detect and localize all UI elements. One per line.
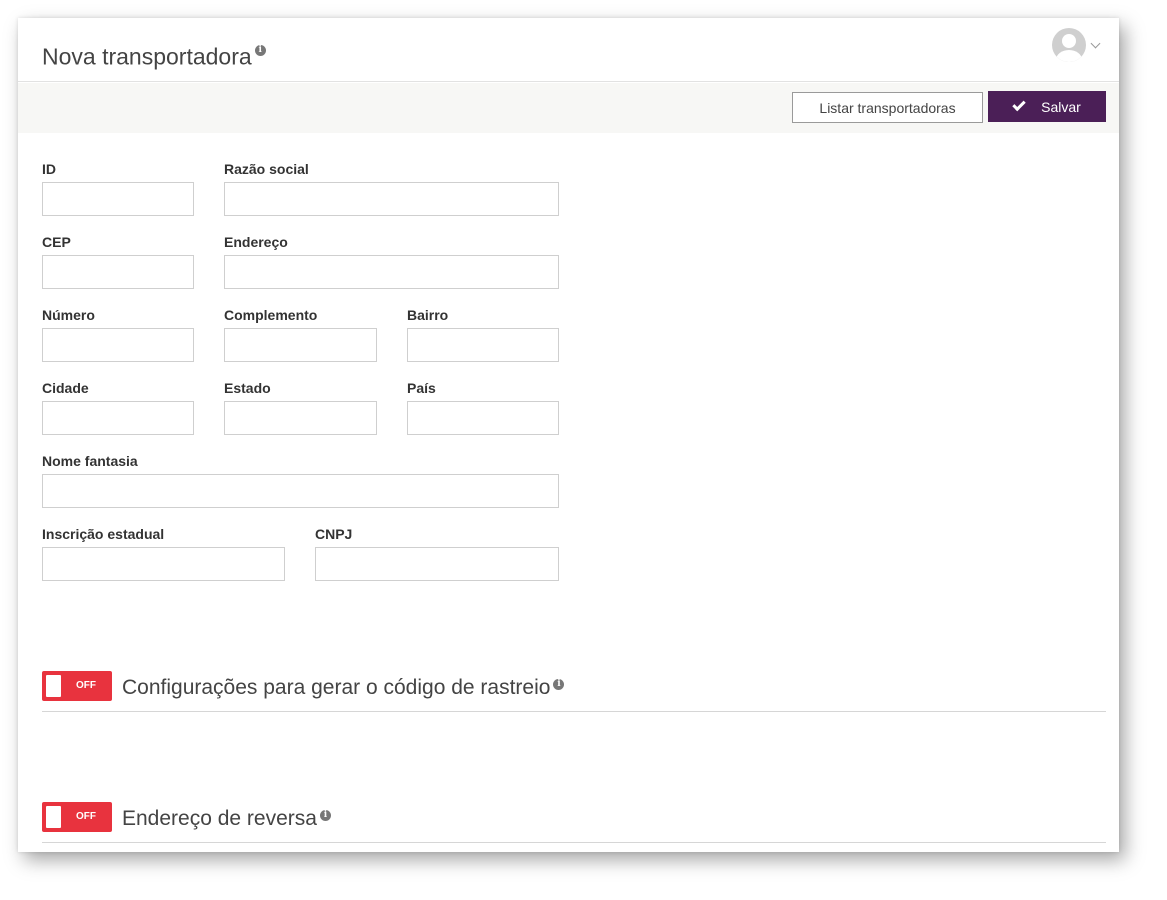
nome-fantasia-field[interactable] — [42, 474, 559, 508]
pais-label: País — [407, 380, 436, 396]
info-icon[interactable]: i — [254, 45, 266, 56]
pais-field[interactable] — [407, 401, 559, 435]
user-menu[interactable] — [1052, 28, 1101, 62]
check-icon — [1012, 97, 1026, 112]
estado-label: Estado — [224, 380, 271, 396]
toggle-knob — [46, 806, 61, 828]
estado-field[interactable] — [224, 401, 377, 435]
list-carriers-button[interactable]: Listar transportadoras — [792, 92, 983, 123]
chevron-down-icon[interactable] — [1090, 38, 1101, 48]
save-button[interactable]: Salvar — [988, 91, 1106, 122]
toggle-state-label: OFF — [76, 680, 96, 691]
section-title: Endereço de reversa i — [122, 807, 331, 831]
bairro-field[interactable] — [407, 328, 559, 362]
cidade-field[interactable] — [42, 401, 194, 435]
page-title: Nova transportadora i — [42, 42, 266, 70]
toggle-knob — [46, 675, 61, 697]
section-title-text: Endereço de reversa — [122, 807, 317, 830]
nome-fantasia-label: Nome fantasia — [42, 453, 138, 469]
save-button-label: Salvar — [1041, 98, 1081, 115]
page-title-text: Nova transportadora — [42, 43, 252, 70]
user-avatar-icon[interactable] — [1052, 28, 1086, 62]
toolbar: Listar transportadoras Salvar — [18, 83, 1119, 133]
cep-label: CEP — [42, 234, 71, 250]
info-icon[interactable]: i — [553, 679, 565, 690]
tracking-config-section: OFF Configurações para gerar o código de… — [42, 671, 1106, 712]
numero-label: Número — [42, 307, 95, 323]
razao-social-field[interactable] — [224, 182, 559, 216]
complemento-label: Complemento — [224, 307, 318, 323]
reverse-address-section: OFF Endereço de reversa i — [42, 802, 1106, 843]
cnpj-label: CNPJ — [315, 526, 353, 542]
inscricao-estadual-label: Inscrição estadual — [42, 526, 165, 542]
endereco-label: Endereço — [224, 234, 288, 250]
cidade-label: Cidade — [42, 380, 89, 396]
endereco-field[interactable] — [224, 255, 559, 289]
app-window: Nova transportadora i Listar transportado… — [18, 18, 1119, 852]
toggle-state-label: OFF — [76, 811, 96, 822]
id-field[interactable] — [42, 182, 194, 216]
cnpj-field[interactable] — [315, 547, 559, 581]
inscricao-estadual-field[interactable] — [42, 547, 285, 581]
razao-social-label: Razão social — [224, 161, 309, 177]
bairro-label: Bairro — [407, 307, 449, 323]
tracking-config-toggle[interactable]: OFF — [42, 671, 112, 701]
complemento-field[interactable] — [224, 328, 377, 362]
page-header: Nova transportadora i — [18, 18, 1119, 82]
avatar-body — [1056, 50, 1082, 62]
numero-field[interactable] — [42, 328, 194, 362]
cep-field[interactable] — [42, 255, 194, 289]
section-title: Configurações para gerar o código de ras… — [122, 676, 565, 700]
info-icon[interactable]: i — [319, 810, 331, 821]
avatar-head — [1062, 34, 1076, 48]
reverse-address-toggle[interactable]: OFF — [42, 802, 112, 832]
id-label: ID — [42, 161, 56, 177]
section-title-text: Configurações para gerar o código de ras… — [122, 676, 551, 699]
